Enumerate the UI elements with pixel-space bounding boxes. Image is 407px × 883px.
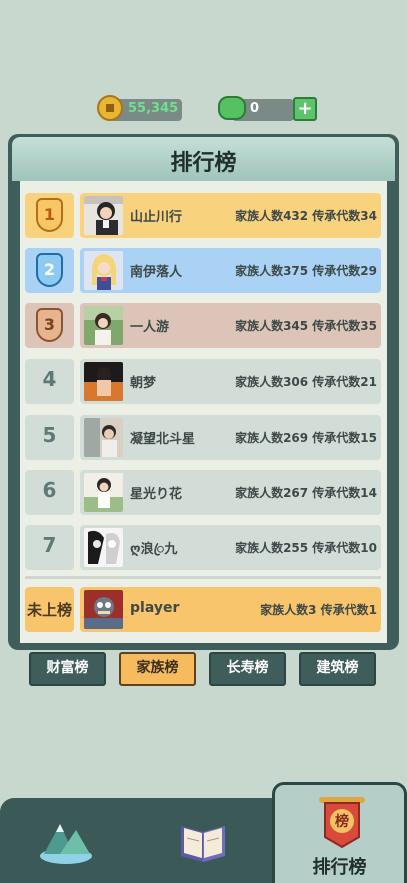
rank-cell: 2 [25, 248, 74, 293]
coin-icon [97, 95, 123, 121]
add-gem-button[interactable]: + [293, 97, 317, 121]
player-info: 山止川行 家族人数432 传承代数34 [80, 193, 381, 238]
player-name: player [130, 600, 180, 616]
svg-text:榜: 榜 [335, 813, 349, 830]
rank-number: 6 [42, 478, 57, 502]
ranking-row[interactable]: 3 一人游 家族人数345 传承代数35 [25, 303, 381, 348]
player-info: player 家族人数3 传承代数1 [80, 587, 381, 632]
ranking-banner-icon: 榜 [319, 797, 365, 849]
player-info: 朝梦 家族人数306 传承代数21 [80, 359, 381, 404]
tab-family[interactable]: 家族榜 [119, 652, 196, 686]
avatar [84, 306, 123, 345]
silver-medal-icon: 2 [36, 253, 63, 287]
player-name: 山止川行 [130, 210, 183, 225]
nav-ranking[interactable]: 榜 排行榜 [272, 782, 407, 883]
rank-cell: 4 [25, 359, 74, 404]
ranking-panel: 排行榜 1 山止川行 家族人数432 传承代数34 2 南伊落人 家族人数375… [8, 134, 399, 650]
player-name: 星光り花 [130, 487, 183, 502]
coin-value: 55,345 [128, 101, 179, 116]
ranking-list: 1 山止川行 家族人数432 传承代数34 2 南伊落人 家族人数375 传承代… [20, 181, 387, 643]
ranking-row[interactable]: 5 凝望北斗星 家族人数269 传承代数15 [25, 415, 381, 460]
my-ranking-row[interactable]: 未上榜 player 家族人数3 传承代数1 [25, 587, 381, 632]
rank-number: 7 [42, 533, 57, 557]
nav-book[interactable] [137, 806, 267, 883]
tab-building[interactable]: 建筑榜 [299, 652, 376, 686]
player-info: 凝望北斗星 家族人数269 传承代数15 [80, 415, 381, 460]
divider [25, 576, 381, 579]
avatar [84, 418, 123, 457]
rank-number: 5 [42, 423, 57, 447]
player-stats: 家族人数255 传承代数10 [235, 541, 377, 555]
ranking-row[interactable]: 2 南伊落人 家族人数375 传承代数29 [25, 248, 381, 293]
rank-cell: 5 [25, 415, 74, 460]
bronze-medal-icon: 3 [36, 308, 63, 342]
player-name: ღ浪ꦿ九 [130, 542, 178, 557]
player-stats: 家族人数269 传承代数15 [235, 431, 377, 445]
jade-gem-icon [218, 96, 246, 120]
player-name: 一人游 [130, 320, 170, 335]
panel-title: 排行榜 [170, 151, 237, 176]
gem-value: 0 [250, 101, 260, 116]
nav-ranking-label: 排行榜 [312, 857, 367, 878]
player-stats: 家族人数306 传承代数21 [235, 375, 377, 389]
player-name: 南伊落人 [130, 265, 183, 280]
avatar [84, 528, 123, 567]
mountain-icon [40, 824, 92, 864]
player-stats: 家族人数375 传承代数29 [235, 264, 377, 278]
rank-cell: 3 [25, 303, 74, 348]
tab-wealth[interactable]: 财富榜 [29, 652, 106, 686]
rank-cell: 6 [25, 470, 74, 515]
player-name: 朝梦 [130, 376, 157, 391]
player-info: 星光り花 家族人数267 传承代数14 [80, 470, 381, 515]
player-stats: 家族人数3 传承代数1 [260, 603, 377, 617]
player-info: 一人游 家族人数345 传承代数35 [80, 303, 381, 348]
ranking-row[interactable]: 1 山止川行 家族人数432 传承代数34 [25, 193, 381, 238]
gold-medal-icon: 1 [36, 198, 63, 232]
avatar [84, 362, 123, 401]
nav-map[interactable] [0, 806, 130, 883]
ranking-row[interactable]: 7 ღ浪ꦿ九 家族人数255 传承代数10 [25, 525, 381, 570]
tab-longevity[interactable]: 长寿榜 [209, 652, 286, 686]
rank-cell: 未上榜 [25, 587, 74, 632]
player-stats: 家族人数432 传承代数34 [235, 209, 377, 223]
ranking-row[interactable]: 4 朝梦 家族人数306 传承代数21 [25, 359, 381, 404]
panel-header: 排行榜 [12, 137, 395, 181]
avatar [84, 196, 123, 235]
rank-number: 4 [42, 367, 57, 391]
avatar [84, 590, 123, 629]
avatar [84, 473, 123, 512]
player-stats: 家族人数267 传承代数14 [235, 486, 377, 500]
resource-bar: 55,345 0 + [0, 95, 407, 125]
unranked-label: 未上榜 [26, 601, 72, 619]
rank-cell: 1 [25, 193, 74, 238]
player-stats: 家族人数345 传承代数35 [235, 319, 377, 333]
book-icon [181, 826, 225, 862]
ranking-row[interactable]: 6 星光り花 家族人数267 传承代数14 [25, 470, 381, 515]
rank-cell: 7 [25, 525, 74, 570]
player-name: 凝望北斗星 [130, 432, 196, 447]
player-info: ღ浪ꦿ九 家族人数255 传承代数10 [80, 525, 381, 570]
avatar [84, 251, 123, 290]
player-info: 南伊落人 家族人数375 传承代数29 [80, 248, 381, 293]
